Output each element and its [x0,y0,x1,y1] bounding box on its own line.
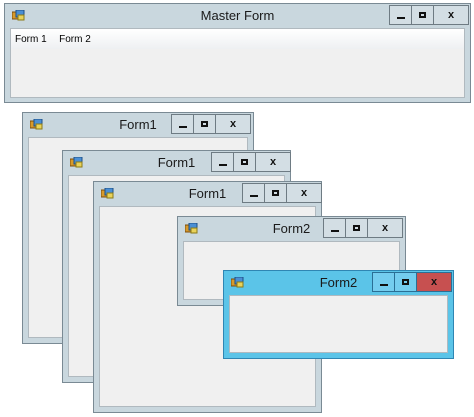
child-titlebar[interactable]: Form2 x [178,217,405,241]
maximize-button[interactable] [346,219,368,237]
minimize-icon [379,283,388,286]
close-icon: x [269,156,277,168]
maximize-icon [272,190,279,196]
close-button[interactable]: x [368,219,402,237]
close-icon: x [430,276,438,288]
child-titlebar[interactable]: Form2 x [224,271,453,295]
caption-buttons: x [211,152,291,172]
minimize-button[interactable] [243,184,265,202]
maximize-icon [201,121,208,127]
caption-buttons: x [372,272,452,292]
child-titlebar[interactable]: Form1 x [23,113,253,137]
menu-item-form-1[interactable]: Form 1 [11,30,51,50]
minimize-icon [396,16,405,19]
maximize-button[interactable] [234,153,256,171]
close-icon: x [229,118,237,130]
close-icon: x [447,9,455,21]
maximize-icon [402,279,409,285]
child-titlebar[interactable]: Form1 x [63,151,291,175]
maximize-button[interactable] [265,184,287,202]
close-button[interactable]: x [216,115,250,133]
minimize-button[interactable] [324,219,346,237]
minimize-button[interactable] [390,6,412,24]
maximize-icon [419,12,426,18]
close-button[interactable]: x [256,153,290,171]
master-client-area: Form 1 Form 2 [10,28,465,98]
minimize-icon [330,229,339,232]
master-form-titlebar[interactable]: Master Form x [5,4,470,28]
caption-buttons: x [171,114,251,134]
minimize-button[interactable] [212,153,234,171]
maximize-icon [241,159,248,165]
minimize-icon [218,163,227,166]
minimize-button[interactable] [373,273,395,291]
child-titlebar[interactable]: Form1 x [94,182,322,206]
close-button[interactable]: x [287,184,321,202]
caption-buttons: x [323,218,403,238]
child-client-area [229,295,448,353]
minimize-icon [249,194,258,197]
minimize-button[interactable] [172,115,194,133]
caption-buttons: x [389,5,469,25]
menu-bar: Form 1 Form 2 [11,29,464,49]
close-icon: x [300,187,308,199]
master-form-window[interactable]: Master Form x Form 1 Form 2 [4,3,471,103]
minimize-icon [178,125,187,128]
close-button[interactable]: x [434,6,468,24]
child-form2-window-active[interactable]: Form2 x [223,270,454,359]
menu-item-form-2[interactable]: Form 2 [55,30,95,50]
close-icon: x [381,222,389,234]
caption-buttons: x [242,183,322,203]
maximize-button[interactable] [194,115,216,133]
close-button[interactable]: x [417,273,451,291]
maximize-icon [353,225,360,231]
maximize-button[interactable] [412,6,434,24]
maximize-button[interactable] [395,273,417,291]
